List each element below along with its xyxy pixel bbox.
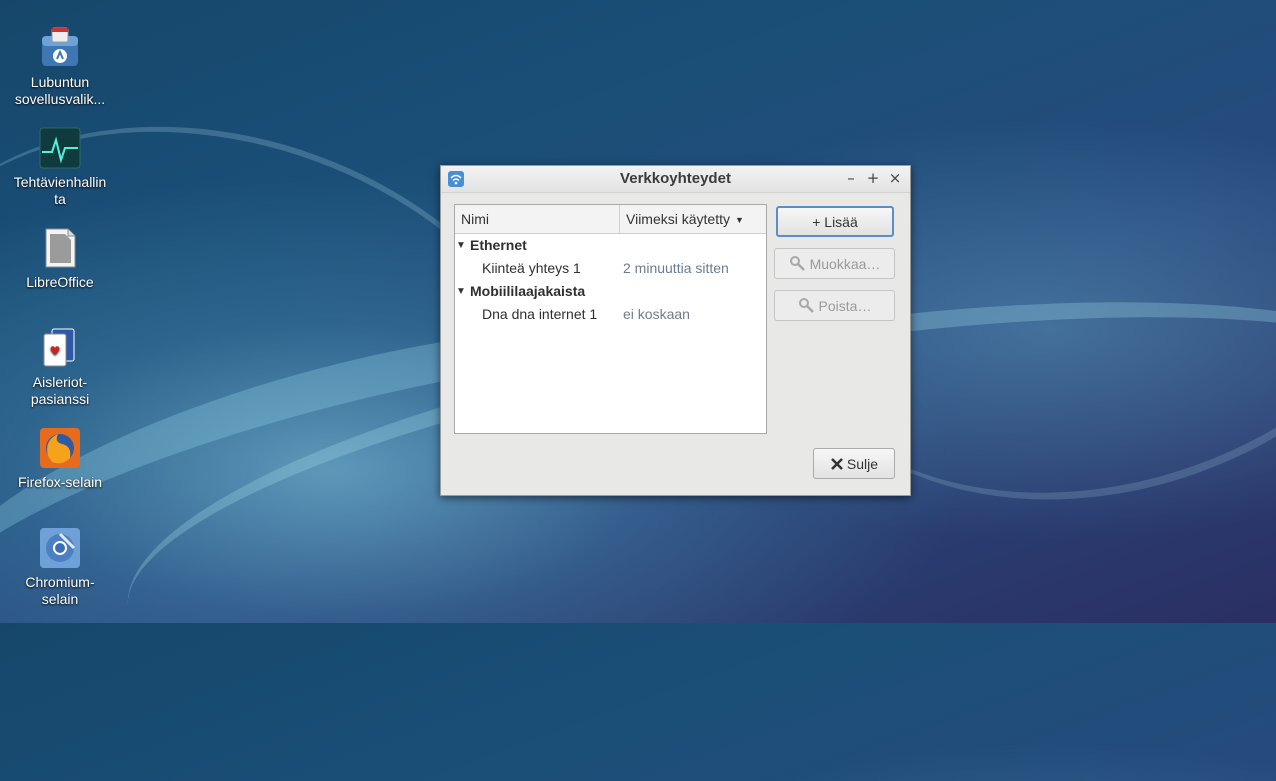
group-label: Mobiililaajakaista xyxy=(470,283,586,299)
minimize-button[interactable]: – xyxy=(842,169,860,187)
connection-name: Kiinteä yhteys 1 xyxy=(482,260,581,276)
maximize-button[interactable]: + xyxy=(864,169,882,187)
close-window-button[interactable]: × xyxy=(886,169,904,187)
svg-text:♥: ♥ xyxy=(50,344,61,358)
firefox-icon xyxy=(38,426,82,470)
close-button[interactable]: Sulje xyxy=(813,448,895,479)
window-titlebar[interactable]: Verkkoyhteydet – + × xyxy=(441,166,910,193)
expander-arrow-icon[interactable]: ▼ xyxy=(456,234,466,257)
chromium-icon xyxy=(38,526,82,570)
desktop-icon-label: LibreOffice xyxy=(26,274,94,290)
connection-row[interactable]: Dna dna internet 1 ei koskaan xyxy=(455,303,766,326)
connections-list[interactable]: Nimi Viimeksi käytetty ▼ ▼ Ethernet Kiint… xyxy=(454,204,767,434)
desktop-icon-chromium[interactable]: Chromium- selain xyxy=(6,526,114,608)
window-title: Verkkoyhteydet xyxy=(620,170,731,187)
desktop-icon-task-manager[interactable]: Tehtävienhallin ta xyxy=(6,126,114,208)
column-header-name-label: Nimi xyxy=(461,211,489,227)
close-icon xyxy=(830,457,844,471)
add-button-label: + Lisää xyxy=(812,213,858,230)
expander-arrow-icon[interactable]: ▼ xyxy=(456,280,466,303)
desktop-icon-label: Tehtävienhallin ta xyxy=(13,174,107,207)
close-button-label: Sulje xyxy=(846,455,879,472)
libreoffice-icon xyxy=(38,226,82,270)
cards-icon: ♥ xyxy=(38,326,82,370)
desktop-icon-label: Aisleriot- pasianssi xyxy=(30,374,90,407)
delete-button-label: Poista… xyxy=(818,297,872,314)
edit-button-label: Muokkaa… xyxy=(809,255,881,272)
desktop-icon-label: Chromium- selain xyxy=(25,574,95,607)
list-header: Nimi Viimeksi käytetty ▼ xyxy=(455,205,766,234)
add-connection-button[interactable]: + Lisää xyxy=(776,206,894,237)
column-header-last-used-label: Viimeksi käytetty xyxy=(626,211,730,227)
desktop-icon-aisleriot[interactable]: ♥ Aisleriot- pasianssi xyxy=(6,326,114,408)
connection-last-used: ei koskaan xyxy=(623,306,690,322)
column-header-name[interactable]: Nimi xyxy=(455,205,620,233)
delete-connection-button[interactable]: Poista… xyxy=(774,290,895,321)
desktop-icon-software-center[interactable]: Lubuntun sovellusvalik... xyxy=(6,26,114,108)
wrench-icon xyxy=(798,297,816,315)
group-label: Ethernet xyxy=(470,237,527,253)
desktop-icon-label: Firefox-selain xyxy=(17,474,103,490)
desktop-icon-label: Lubuntun sovellusvalik... xyxy=(14,74,106,107)
connection-last-used: 2 minuuttia sitten xyxy=(623,260,729,276)
wrench-icon xyxy=(789,255,807,273)
software-center-icon xyxy=(38,26,82,70)
desktop-icon-firefox[interactable]: Firefox-selain xyxy=(6,426,114,491)
network-connections-window: Verkkoyhteydet – + × Nimi Viimeksi käyte… xyxy=(440,165,911,496)
connection-name: Dna dna internet 1 xyxy=(482,306,598,322)
desktop-icon-libreoffice[interactable]: LibreOffice xyxy=(6,226,114,291)
edit-connection-button[interactable]: Muokkaa… xyxy=(774,248,895,279)
task-manager-icon xyxy=(38,126,82,170)
group-row-mobile-broadband[interactable]: ▼ Mobiililaajakaista xyxy=(455,280,766,303)
column-header-last-used[interactable]: Viimeksi käytetty ▼ xyxy=(620,205,766,233)
connection-row[interactable]: Kiinteä yhteys 1 2 minuuttia sitten xyxy=(455,257,766,280)
group-row-ethernet[interactable]: ▼ Ethernet xyxy=(455,234,766,257)
sort-arrow-icon: ▼ xyxy=(735,215,744,225)
